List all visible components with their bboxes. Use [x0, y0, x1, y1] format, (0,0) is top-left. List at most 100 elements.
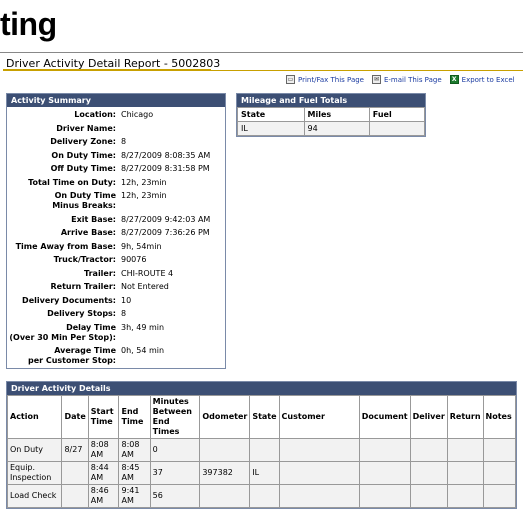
activity-cell: 8/27 — [61, 438, 89, 462]
driver-activity-details-panel: Driver Activity Details Action Date Start … — [6, 381, 517, 509]
summary-value: CHI-ROUTE 4 — [121, 268, 174, 278]
print-fax-label: Print/Fax This Page — [298, 75, 364, 84]
mileage-cell — [368, 121, 426, 136]
email-page-link[interactable]: ✉ E-mail This Page — [371, 75, 442, 84]
summary-label: Truck/Tractor: — [53, 255, 116, 264]
activity-cell — [358, 484, 411, 508]
summary-row: Return Trailer: Not Entered — [7, 282, 225, 292]
summary-row: Location: Chicago — [7, 110, 225, 120]
summary-row: Driver Name: — [7, 124, 225, 134]
activity-cell: 9:41 AM — [118, 484, 151, 508]
summary-label: Arrive Base: — [60, 228, 116, 237]
activity-cell — [61, 461, 89, 485]
activity-cell — [278, 484, 360, 508]
print-fax-link[interactable]: ▭ Print/Fax This Page — [286, 75, 364, 84]
activity-cell — [199, 438, 251, 462]
activity-cell — [446, 484, 484, 508]
summary-value: 8/27/2009 8:08:35 AM — [121, 150, 211, 160]
summary-label: Off Duty Time: — [50, 164, 116, 173]
driver-activity-table: Action Date Start Time End Time Minutes Betw… — [6, 395, 517, 508]
activity-cell: Load Check — [6, 484, 63, 508]
mileage-cell: IL — [237, 121, 305, 136]
summary-value — [121, 124, 225, 134]
heading-divider — [0, 52, 523, 53]
activity-row: Load Check 8:46 AM 9:41 AM 56 — [6, 484, 517, 508]
summary-value: 8/27/2009 7:36:26 PM — [121, 228, 210, 237]
activity-summary-panel: Activity Summary Location: Chicago Driver … — [6, 93, 226, 369]
printer-icon: ▭ — [286, 75, 295, 84]
activity-cell: 8:08 AM — [87, 438, 120, 462]
summary-label: Delivery Stops: — [47, 309, 116, 318]
mileage-column-header: State — [237, 107, 305, 122]
activity-cell: IL — [249, 461, 280, 485]
activity-cell: On Duty — [6, 438, 63, 462]
summary-label: Delay Time (Over 30 Min Per Stop): — [7, 323, 121, 343]
export-excel-link[interactable]: X Export to Excel — [449, 75, 515, 84]
activity-cell — [482, 484, 517, 508]
activity-cell — [249, 438, 280, 462]
activity-cell — [249, 484, 280, 508]
activity-summary-rows: Location: Chicago Driver Name: Delivery Zon… — [7, 107, 225, 366]
summary-value: 9h, 54min — [121, 241, 162, 251]
details-column-header: Odometer — [199, 395, 251, 439]
mileage-fuel-panel: Mileage and Fuel Totals State Miles Fuel I… — [236, 93, 426, 137]
summary-value: Chicago — [121, 110, 154, 119]
details-column-header: Return — [446, 395, 484, 439]
activity-cell — [278, 438, 360, 462]
activity-cell — [358, 461, 411, 485]
summary-row: Trailer: CHI-ROUTE 4 — [7, 269, 225, 279]
summary-label: On Duty Time Minus Breaks: — [7, 191, 121, 211]
summary-value: 10 — [121, 295, 132, 305]
activity-row: On Duty 8/27 8:08 AM 8:08 AM 0 — [6, 438, 517, 462]
activity-cell: 8:46 AM — [87, 484, 120, 508]
summary-row: Truck/Tractor: 90076 — [7, 255, 225, 265]
activity-cell — [409, 461, 448, 485]
details-column-header: Action — [6, 395, 63, 439]
activity-cell — [482, 438, 517, 462]
summary-label: Delivery Zone: — [50, 137, 116, 146]
activity-cell — [409, 438, 448, 462]
details-column-header: Notes — [482, 395, 517, 439]
details-column-header: Date — [61, 395, 89, 439]
summary-label-line2: (Over 30 Min Per Stop): — [9, 332, 116, 342]
mileage-cell: 94 — [303, 121, 370, 136]
summary-row: Total Time on Duty: 12h, 23min — [7, 178, 225, 188]
details-column-header: Customer — [278, 395, 360, 439]
report-title-underline — [3, 69, 211, 71]
activity-cell — [446, 438, 484, 462]
details-column-header: Start Time — [87, 395, 120, 439]
summary-label: Time Away from Base: — [15, 241, 116, 251]
activity-cell — [446, 461, 484, 485]
summary-label: Driver Name: — [56, 123, 116, 133]
driver-activity-details-header: Driver Activity Details — [7, 382, 516, 395]
summary-value: 8/27/2009 8:31:58 PM — [121, 164, 210, 173]
details-column-header: State — [249, 395, 280, 439]
summary-row: Arrive Base: 8/27/2009 7:36:26 PM — [7, 228, 225, 238]
summary-label: On Duty Time: — [51, 150, 116, 160]
mileage-column-header: Fuel — [368, 107, 426, 122]
summary-row: Exit Base: 8/27/2009 9:42:03 AM — [7, 215, 225, 225]
summary-label-line2: Minus Breaks: — [52, 201, 116, 210]
activity-cell — [61, 484, 89, 508]
summary-label: Delivery Documents: — [22, 295, 116, 305]
summary-row: On Duty Time Minus Breaks: 12h, 23min — [7, 191, 225, 211]
summary-label-line2: per Customer Stop: — [27, 356, 116, 365]
activity-cell: 37 — [149, 461, 201, 485]
summary-label: Total Time on Duty: — [28, 177, 116, 187]
activity-cell: 0 — [149, 438, 201, 462]
excel-icon: X — [449, 75, 459, 84]
details-column-header: End Time — [118, 395, 151, 439]
summary-row: Delay Time (Over 30 Min Per Stop): 3h, 49 … — [7, 323, 225, 343]
summary-value: 8/27/2009 9:42:03 AM — [121, 214, 211, 224]
summary-value: 8 — [121, 137, 127, 146]
report-title-rule — [211, 70, 523, 71]
details-column-header: Document — [358, 395, 411, 439]
activity-summary-header: Activity Summary — [7, 94, 225, 107]
activity-cell: 56 — [149, 484, 201, 508]
summary-label: Exit Base: — [71, 214, 116, 224]
summary-row: On Duty Time: 8/27/2009 8:08:35 AM — [7, 151, 225, 161]
summary-label: Location: — [74, 110, 116, 119]
summary-value: 8 — [121, 309, 127, 318]
email-page-label: E-mail This Page — [383, 75, 442, 84]
summary-value: 12h, 23min — [121, 177, 167, 187]
